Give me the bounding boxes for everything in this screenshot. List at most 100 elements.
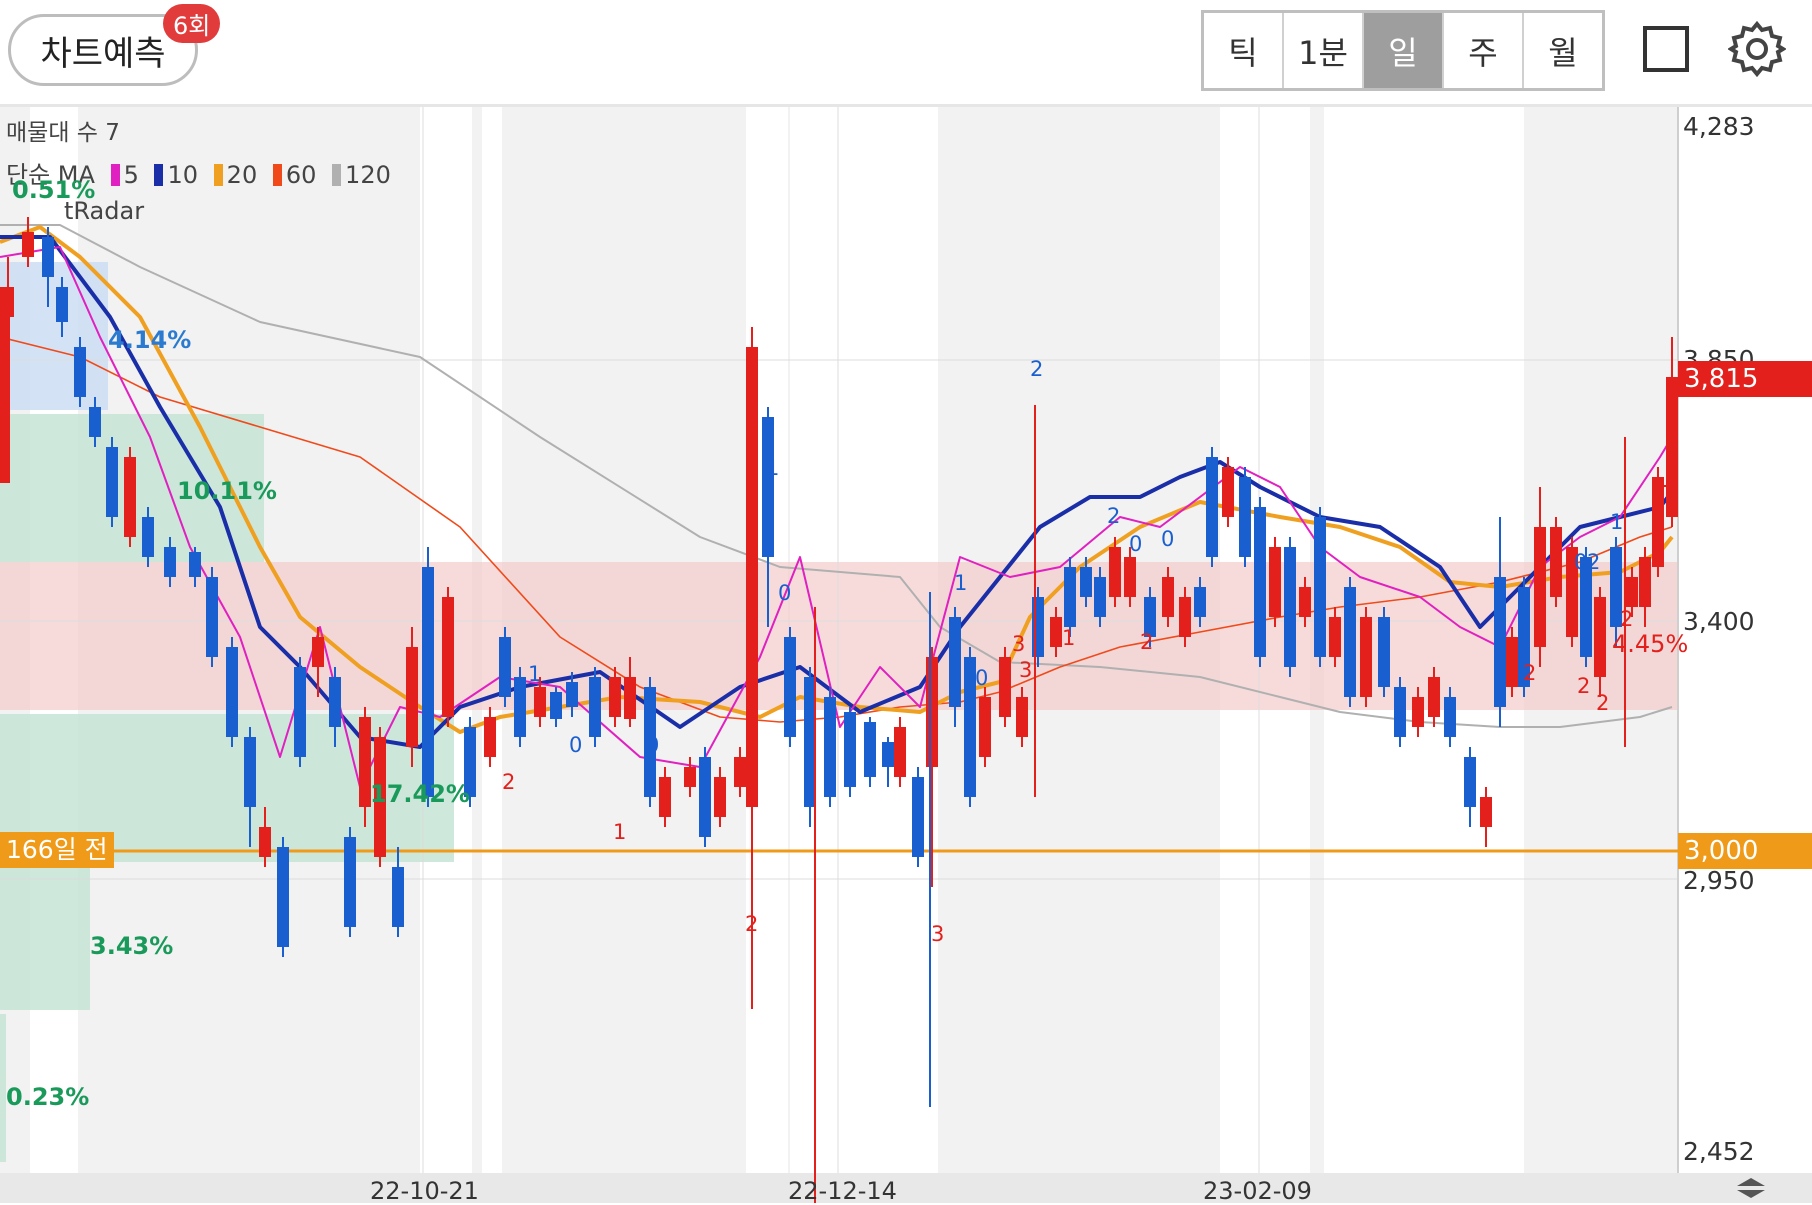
- candle-body: [74, 347, 86, 397]
- candle-body: [1222, 467, 1234, 517]
- candle-body: [164, 547, 176, 577]
- candle-body: [1016, 697, 1028, 737]
- candle-body: [422, 567, 434, 797]
- candle-body: [1329, 617, 1341, 657]
- price-axis-label: 3,400: [1683, 607, 1755, 636]
- signal-label: 3: [1012, 632, 1026, 656]
- candle-body: [56, 287, 68, 322]
- tab-week[interactable]: 주: [1444, 13, 1524, 88]
- candle-body: [589, 677, 601, 737]
- chart-predict-label: 차트예측: [40, 33, 166, 74]
- signal-label: 2: [1107, 504, 1121, 528]
- candle-body: [294, 667, 306, 757]
- volume-bar: [0, 262, 108, 410]
- candle-body: [912, 777, 924, 857]
- candle-body: [1299, 587, 1311, 617]
- reference-price-badge: 3,000: [1678, 833, 1812, 869]
- signal-label: 3: [931, 922, 945, 946]
- candle-body: [1194, 587, 1206, 617]
- candle-body: [344, 837, 356, 927]
- candle-body: [999, 657, 1011, 717]
- candle-body: [566, 682, 578, 707]
- tab-day[interactable]: 일: [1364, 13, 1444, 88]
- candle-body: [329, 677, 341, 727]
- period-selector: 틱 1분 일 주 월: [1201, 10, 1605, 91]
- signal-label: 0: [569, 733, 583, 757]
- candle-body: [1360, 617, 1372, 697]
- tab-1min[interactable]: 1분: [1284, 13, 1364, 88]
- candle-body: [1652, 477, 1664, 567]
- ma-swatch-10: [154, 164, 164, 186]
- scroll-handle-icon[interactable]: [1731, 1176, 1771, 1200]
- candle-body: [1239, 477, 1251, 557]
- ma-swatch-20: [213, 164, 223, 186]
- candle-body: [864, 722, 876, 777]
- candle-body: [392, 867, 404, 927]
- candle-body: [894, 727, 906, 777]
- candle-body: [624, 677, 636, 719]
- candle-body: [1494, 577, 1506, 707]
- price-chart[interactable]: [0, 107, 1812, 1203]
- square-icon[interactable]: [1643, 26, 1689, 72]
- candle-body: [1412, 697, 1424, 727]
- candle-body: [1269, 547, 1281, 617]
- candle-body: [1639, 557, 1651, 607]
- candle-body: [1284, 547, 1296, 667]
- date-axis-label: 22-12-14: [788, 1177, 897, 1205]
- candle-body: [1506, 637, 1518, 687]
- volume-bar: [0, 862, 90, 1010]
- candle-body: [259, 827, 271, 857]
- candle-body: [189, 552, 201, 577]
- ma-swatch-120: [332, 164, 342, 186]
- candle-body: [926, 657, 938, 767]
- candle-body: [1464, 757, 1476, 807]
- candle-body: [499, 637, 511, 697]
- candle-body: [659, 777, 671, 817]
- date-axis-label: 23-02-09: [1203, 1177, 1312, 1205]
- volume-profile-legend: 매물대 수 7: [6, 120, 120, 146]
- candle-body: [206, 577, 218, 657]
- ma-swatch-60: [272, 164, 282, 186]
- candle-body: [762, 417, 774, 557]
- candle-body: [89, 407, 101, 437]
- current-price-badge: 3,815: [1678, 361, 1812, 397]
- signal-label: 2: [1577, 674, 1591, 698]
- signal-label: 0: [1574, 550, 1588, 574]
- percent-label: 4.14%: [108, 326, 192, 354]
- candle-body: [609, 677, 621, 717]
- tab-tick[interactable]: 틱: [1204, 13, 1284, 88]
- candle-body: [1094, 577, 1106, 617]
- candle-body: [1428, 677, 1440, 717]
- signal-label: 2: [1523, 661, 1537, 685]
- candle-body: [1626, 577, 1638, 607]
- candle-body: [1050, 617, 1062, 647]
- date-axis-label: 22-10-21: [370, 1177, 479, 1205]
- candle-body: [514, 677, 526, 737]
- signal-label: 1: [1062, 626, 1076, 650]
- signal-label: 0: [778, 581, 792, 605]
- percent-label: 0.23%: [6, 1083, 90, 1111]
- edge-marker: [0, 287, 10, 483]
- signal-label: 1: [528, 662, 542, 686]
- candle-body: [979, 697, 991, 757]
- candle-body: [1444, 697, 1456, 737]
- candle-body: [1109, 547, 1121, 597]
- candle-body: [1666, 377, 1678, 517]
- candle-body: [124, 457, 136, 537]
- signal-label: 3: [1533, 577, 1547, 601]
- tab-month[interactable]: 월: [1524, 13, 1602, 88]
- ma-label-5: 5: [123, 161, 139, 189]
- signal-label: 0: [646, 733, 660, 757]
- gear-icon[interactable]: [1728, 20, 1786, 78]
- ma-label-120: 120: [345, 161, 391, 189]
- candle-body: [442, 597, 454, 717]
- ma-label-20: 20: [226, 161, 258, 189]
- candle-body: [277, 847, 289, 947]
- candle-body: [226, 647, 238, 737]
- reference-days-label: 166일 전: [0, 832, 114, 868]
- signal-label: 3: [1019, 658, 1033, 682]
- candle-body: [484, 717, 496, 757]
- ma-swatch-5: [110, 164, 120, 186]
- signal-label: 2: [1587, 550, 1601, 574]
- candle-body: [699, 757, 711, 837]
